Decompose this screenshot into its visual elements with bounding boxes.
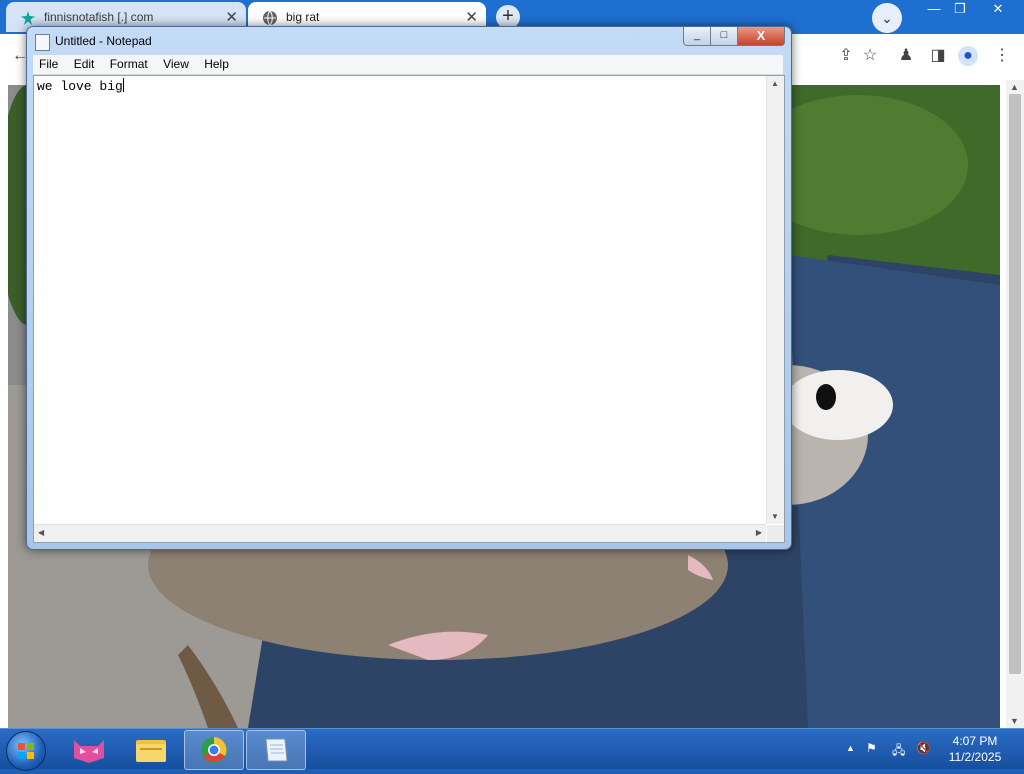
menu-help[interactable]: Help bbox=[198, 55, 235, 71]
window-minimize-button[interactable]: — bbox=[920, 0, 948, 20]
share-icon[interactable]: ⇪ bbox=[836, 46, 856, 66]
show-hidden-icons-arrow[interactable]: ▲ bbox=[846, 743, 855, 753]
notepad-icon bbox=[265, 738, 288, 762]
start-button[interactable] bbox=[6, 731, 46, 771]
menu-format[interactable]: Format bbox=[104, 55, 154, 71]
menu-edit[interactable]: Edit bbox=[68, 55, 101, 71]
notepad-text-area[interactable]: we love big ▲ ▼ ◀ ▶ bbox=[33, 75, 785, 543]
menu-kebab-icon[interactable]: ⋮ bbox=[992, 46, 1012, 66]
system-clock[interactable]: 4:07 PM 11/2/2025 bbox=[940, 733, 1010, 765]
scroll-up-arrow-icon[interactable]: ▲ bbox=[1010, 82, 1019, 92]
scroll-down-arrow-icon[interactable]: ▼ bbox=[1010, 716, 1019, 726]
fish-favicon-icon bbox=[21, 11, 35, 25]
notepad-menubar: File Edit Format View Help bbox=[33, 55, 783, 75]
tab-title: big rat bbox=[286, 10, 320, 24]
taskbar-file-explorer-button[interactable] bbox=[122, 730, 180, 768]
clock-time: 4:07 PM bbox=[952, 734, 998, 748]
tab-title: finnisnotafish [.] com bbox=[44, 10, 154, 24]
clock-date: 11/2/2025 bbox=[948, 750, 1002, 764]
taskbar-chrome-button[interactable] bbox=[184, 730, 244, 770]
window-restore-button[interactable]: ❐ bbox=[946, 0, 974, 20]
notepad-minimize-button[interactable]: _ bbox=[683, 27, 711, 46]
extensions-icon[interactable]: ♟ bbox=[896, 46, 916, 66]
tab-close-icon[interactable]: ✕ bbox=[465, 8, 478, 26]
taskbar-cat-app-button[interactable] bbox=[60, 730, 118, 768]
windows-logo-icon bbox=[18, 743, 34, 759]
menu-view[interactable]: View bbox=[157, 55, 195, 71]
scroll-up-arrow-icon[interactable]: ▲ bbox=[771, 79, 779, 88]
text-caret bbox=[122, 78, 124, 92]
side-panel-icon[interactable]: ◨ bbox=[928, 46, 948, 66]
globe-icon bbox=[263, 10, 277, 26]
notepad-horizontal-scrollbar[interactable]: ◀ ▶ bbox=[34, 524, 766, 542]
browser-globe-icon bbox=[201, 737, 227, 763]
scroll-left-arrow-icon[interactable]: ◀ bbox=[38, 528, 44, 537]
tab-close-icon[interactable]: ✕ bbox=[225, 8, 238, 26]
profile-avatar-icon[interactable]: ● bbox=[958, 46, 978, 66]
scrollbar-thumb[interactable] bbox=[1009, 94, 1021, 674]
taskbar-notepad-button[interactable] bbox=[246, 730, 306, 770]
notepad-window: Untitled - Notepad _ □ X File Edit Forma… bbox=[26, 26, 792, 550]
action-center-flag-icon[interactable]: ⚑ bbox=[866, 741, 877, 755]
notepad-title: Untitled - Notepad bbox=[55, 34, 152, 48]
bookmark-star-icon[interactable]: ☆ bbox=[860, 46, 880, 66]
page-scrollbar[interactable]: ▲ ▼ bbox=[1006, 80, 1024, 728]
scroll-down-arrow-icon[interactable]: ▼ bbox=[771, 512, 779, 521]
notepad-vertical-scrollbar[interactable]: ▲ ▼ bbox=[766, 76, 784, 524]
pink-cat-icon bbox=[74, 740, 104, 763]
scrollbar-corner bbox=[767, 525, 784, 542]
notepad-app-icon bbox=[35, 34, 50, 51]
window-close-button[interactable]: ✕ bbox=[980, 0, 1016, 20]
windows-taskbar: ▲ ⚑ 🖧 🔇 4:07 PM 11/2/2025 bbox=[0, 728, 1024, 771]
scroll-right-arrow-icon[interactable]: ▶ bbox=[756, 528, 762, 537]
notepad-content[interactable]: we love big bbox=[37, 79, 123, 94]
folder-icon bbox=[136, 740, 166, 762]
volume-muted-icon[interactable]: 🔇 bbox=[916, 741, 931, 755]
tab-search-chevron-icon[interactable]: ⌄ bbox=[872, 3, 902, 33]
menu-file[interactable]: File bbox=[33, 55, 64, 71]
notepad-close-button[interactable]: X bbox=[737, 27, 785, 46]
notepad-maximize-button[interactable]: □ bbox=[710, 27, 738, 46]
network-icon[interactable]: 🖧 bbox=[892, 741, 905, 762]
